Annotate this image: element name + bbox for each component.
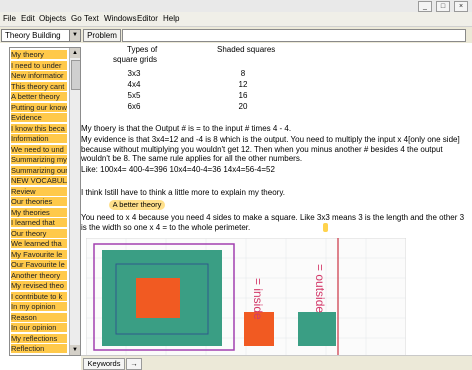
better-theory-text: You need to x 4 because you need 4 sides…: [81, 213, 465, 232]
scaffold-end-marker: [323, 223, 328, 232]
sidebar-item[interactable]: Summarizing my: [11, 155, 67, 164]
sidebar-scrollbar[interactable]: ▲ ▼: [69, 48, 80, 355]
sidebar-item[interactable]: I contribute to k: [11, 291, 67, 301]
bottom-bar: Keywords →: [81, 355, 472, 370]
inner-square: [136, 278, 180, 318]
sidebar-item[interactable]: This theory cant: [11, 81, 67, 91]
sidebar-item[interactable]: In our opinion: [11, 323, 67, 332]
sidebar-item[interactable]: In my opinion: [11, 302, 67, 311]
scaffold-tag[interactable]: A better theory: [109, 200, 165, 210]
square-drawing: = inside = outside: [86, 238, 406, 356]
table-cell: 12: [238, 80, 248, 89]
inside-label: = inside: [251, 278, 265, 320]
sidebar-item[interactable]: My revised theo: [11, 281, 67, 290]
sidebar-item[interactable]: Summarizing our: [11, 165, 67, 175]
arrow-button[interactable]: →: [126, 358, 142, 370]
scroll-up-icon[interactable]: ▲: [70, 48, 80, 58]
problem-field[interactable]: [122, 29, 466, 42]
table-cell: 8: [240, 69, 246, 78]
table-cell: 6x6: [127, 102, 141, 111]
scroll-thumb[interactable]: [71, 60, 80, 90]
outside-swatch: [298, 312, 336, 346]
sidebar-item[interactable]: My theory: [11, 50, 67, 59]
sidebar-item[interactable]: Reason: [11, 312, 67, 322]
menu-bar: File Edit Objects Go Text Windows Editor…: [0, 12, 472, 27]
scroll-down-icon[interactable]: ▼: [70, 345, 80, 355]
sidebar-item[interactable]: We learned tha: [11, 239, 67, 248]
table-cell: 5x5: [127, 91, 141, 100]
sidebar-item[interactable]: Our theory: [11, 228, 67, 238]
sidebar-item[interactable]: Review: [11, 186, 67, 196]
table-header-shaded: Shaded squares: [217, 45, 276, 54]
sidebar-item[interactable]: My reflections: [11, 333, 67, 343]
table-header-types: Types of: [127, 45, 158, 54]
sidebar-item[interactable]: Our theories: [11, 197, 67, 206]
menu-help[interactable]: Help: [163, 14, 179, 23]
evidence-text: My evidence is that 3x4=12 and -4 is 8 w…: [81, 135, 460, 163]
sidebar-item[interactable]: I need to under: [11, 60, 67, 70]
sidebar-item[interactable]: NEW VOCABULA: [11, 176, 67, 185]
toolbar: Theory Building ▼ Problem: [0, 27, 472, 43]
sidebar-item[interactable]: I learned that: [11, 218, 67, 227]
note-content[interactable]: Types of square grids Shaded squares 3x3…: [81, 45, 472, 356]
menu-editor[interactable]: Editor: [137, 14, 158, 23]
sidebar-item[interactable]: Evidence: [11, 113, 67, 122]
menu-file[interactable]: File: [3, 14, 16, 23]
table-cell: 20: [238, 102, 248, 111]
maximize-button[interactable]: □: [436, 1, 450, 12]
problem-button[interactable]: Problem: [83, 29, 121, 42]
menu-go[interactable]: Go: [71, 14, 82, 23]
sidebar-item[interactable]: Our Favourite le: [11, 260, 67, 269]
close-button[interactable]: ×: [454, 1, 468, 12]
minimize-button[interactable]: _: [418, 1, 432, 12]
theory-text: My thoery is that the Output # is = to t…: [81, 124, 292, 133]
menu-objects[interactable]: Objects: [39, 14, 66, 23]
sidebar-item[interactable]: A better theory: [11, 92, 67, 101]
keywords-button[interactable]: Keywords: [83, 358, 125, 370]
sidebar-item[interactable]: New informatior: [11, 71, 67, 80]
sidebar-item[interactable]: My theories: [11, 207, 67, 217]
view-selector-value: Theory Building: [5, 31, 61, 40]
sidebar-item[interactable]: I know this beca: [11, 123, 67, 133]
example-text: Like: 100x4= 400-4=396 10x4=40-4=36 14x4…: [81, 165, 275, 174]
table-cell: 16: [238, 91, 248, 100]
sidebar-item[interactable]: Another theory: [11, 270, 67, 280]
reflection-text: I think Istill have to think a little mo…: [81, 188, 285, 197]
table-cell: 3x3: [127, 69, 141, 78]
chevron-down-icon[interactable]: ▼: [69, 30, 80, 41]
sidebar-item[interactable]: We need to und: [11, 144, 67, 154]
sidebar-item[interactable]: Information: [11, 134, 67, 143]
menu-edit[interactable]: Edit: [21, 14, 35, 23]
scaffold-list: My theory I need to under New informatior T…: [9, 47, 81, 356]
menu-text[interactable]: Text: [84, 14, 99, 23]
window-titlebar: _ □ ×: [0, 0, 472, 12]
menu-windows[interactable]: Windows: [104, 14, 136, 23]
view-selector[interactable]: Theory Building ▼: [1, 29, 81, 42]
outside-label: = outside: [313, 264, 327, 313]
sidebar-item[interactable]: Reflection: [11, 344, 67, 353]
table-cell: 4x4: [127, 80, 141, 89]
sidebar-item[interactable]: Putting our know: [11, 102, 67, 112]
table-header-types-2: square grids: [113, 55, 158, 64]
sidebar-item[interactable]: My Favourite le: [11, 249, 67, 259]
